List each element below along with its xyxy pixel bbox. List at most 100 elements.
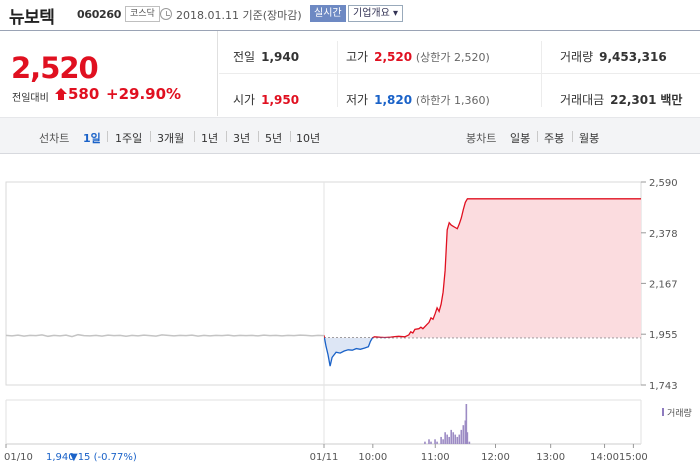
market-badge: 코스닥: [125, 6, 160, 22]
y-tick-label: 2,167: [649, 279, 678, 290]
row-divider: [219, 73, 700, 74]
y-tick-label: 1,955: [649, 330, 678, 341]
prev-close-cell: 전일 1,940: [233, 48, 299, 65]
volume-value: 9,453,316: [599, 50, 667, 64]
low-cell: 저가 1,820 (하한가 1,360): [346, 91, 490, 108]
x-tick-label: 13:00: [536, 452, 565, 463]
high-value: 2,520: [374, 50, 413, 64]
volume-bar: [434, 439, 436, 444]
high-cell: 고가 2,520 (상한가 2,520): [346, 48, 490, 65]
amount-label: 거래대금: [560, 93, 605, 107]
x-tick-label: 01/11: [310, 452, 339, 463]
current-price: 2,520: [11, 51, 99, 85]
volume-legend-label: 거래량: [667, 407, 692, 419]
tab-3month[interactable]: 3개월: [157, 130, 184, 146]
volume-bar: [430, 441, 432, 444]
column-divider: [337, 41, 338, 107]
volume-bar: [456, 436, 459, 444]
volume-cell: 거래량 9,453,316: [560, 48, 667, 65]
tab-divider: [107, 131, 108, 142]
price-change: 580: [68, 85, 100, 103]
stock-header: 뉴보텍 060260 코스닥 2018.01.11 기준(장마감) 실시간 기업…: [0, 0, 700, 31]
y-tick-label: 2,378: [649, 229, 678, 240]
volume-bar: [442, 439, 444, 444]
chevron-down-icon: ▾: [393, 8, 399, 19]
limit-up-arrow-icon: [55, 88, 67, 100]
volume-bar: [446, 434, 448, 444]
upper-limit: (상한가 2,520): [415, 51, 490, 64]
tab-divider: [290, 131, 291, 142]
low-value: 1,820: [374, 93, 413, 107]
amount-unit: 백만: [660, 93, 683, 107]
up-area-fill: [324, 198, 641, 338]
stock-code: 060260: [77, 8, 122, 21]
volume-bar: [460, 429, 463, 444]
volume-label: 거래량: [560, 50, 594, 64]
volume-bar: [444, 432, 446, 444]
tab-daily-candle[interactable]: 일봉: [510, 130, 530, 146]
tab-5year[interactable]: 5년: [265, 130, 282, 146]
volume-bar: [424, 441, 426, 444]
clock-icon: [160, 8, 172, 20]
price-change-percent: +29.90%: [106, 85, 182, 103]
current-price-panel: 2,520 전일대비 580 +29.90%: [0, 31, 218, 116]
price-chart: 2,590 2,378 2,167 1,955 1,743 거래량 01/11 10:00 11…: [0, 160, 700, 471]
y-tick-label: 1,743: [649, 381, 678, 392]
realtime-button[interactable]: 실시간: [310, 5, 346, 22]
period-tabs: 선차트 1일 1주일 3개월 1년 3년 5년 10년 봉차트 일봉 주봉 월봉: [0, 117, 700, 154]
volume-bar: [450, 429, 453, 444]
column-divider: [541, 41, 542, 107]
tab-weekly-candle[interactable]: 주봉: [544, 130, 564, 146]
candle-chart-label: 봉차트: [466, 132, 497, 145]
low-label: 저가: [346, 93, 369, 107]
volume-bar: [454, 434, 457, 444]
open-value: 1,950: [261, 93, 300, 107]
x-tick-label: 12:00: [481, 452, 510, 463]
x-tick-label: 15:00: [619, 452, 648, 463]
x-tick-label: 10:00: [358, 452, 387, 463]
tab-divider: [226, 131, 227, 142]
line-chart-label: 선차트: [39, 132, 70, 145]
lower-limit: (하한가 1,360): [415, 94, 490, 107]
prev-close-value: 1,940: [261, 50, 300, 64]
amount-value: 22,301: [610, 93, 657, 107]
tab-3year[interactable]: 3년: [233, 130, 250, 146]
tab-1week[interactable]: 1주일: [115, 130, 142, 146]
price-summary: 2,520 전일대비 580 +29.90% 전일 1,940 고가 2,520 (…: [0, 31, 700, 116]
stock-name: 뉴보텍: [9, 8, 55, 28]
y-tick-label: 2,590: [649, 178, 678, 189]
prev-day-date: 01/10: [4, 452, 33, 463]
tab-monthly-candle[interactable]: 월봉: [579, 130, 599, 146]
high-label: 고가: [346, 50, 369, 64]
volume-bar: [468, 441, 471, 444]
volume-bar: [462, 425, 465, 444]
tab-divider: [194, 131, 195, 142]
volume-bar: [452, 432, 455, 444]
tab-divider: [258, 131, 259, 142]
tab-1year[interactable]: 1년: [201, 130, 218, 146]
tab-10year[interactable]: 10년: [296, 130, 320, 146]
volume-bar: [440, 436, 442, 444]
price-chart-svg: 2,590 2,378 2,167 1,955 1,743 거래량 01/11 10:00 11…: [4, 178, 692, 463]
open-label: 시가: [233, 93, 256, 107]
volume-bar: [466, 432, 469, 444]
prev-close-label: 전일: [233, 50, 256, 64]
tab-1day[interactable]: 1일: [83, 130, 101, 146]
company-info-button[interactable]: 기업개요 ▾: [348, 5, 404, 22]
volume-bar: [448, 436, 450, 444]
compare-label: 전일대비: [12, 93, 49, 104]
base-date: 2018.01.11 기준(장마감): [176, 9, 302, 22]
prev-day-line: [5, 333, 325, 338]
tab-divider: [150, 131, 151, 142]
volume-bar: [428, 439, 430, 444]
amount-cell: 거래대금 22,301 백만: [560, 91, 682, 108]
volume-legend-swatch: [662, 408, 664, 416]
prev-day-change: ▼15 (-0.77%): [70, 452, 137, 463]
tab-divider: [572, 131, 573, 142]
x-tick-label: 11:00: [421, 452, 450, 463]
x-tick-label: 14:00: [590, 452, 619, 463]
volume-bar: [458, 434, 461, 444]
open-cell: 시가 1,950: [233, 91, 299, 108]
volume-bar: [436, 441, 438, 444]
tab-divider: [537, 131, 538, 142]
